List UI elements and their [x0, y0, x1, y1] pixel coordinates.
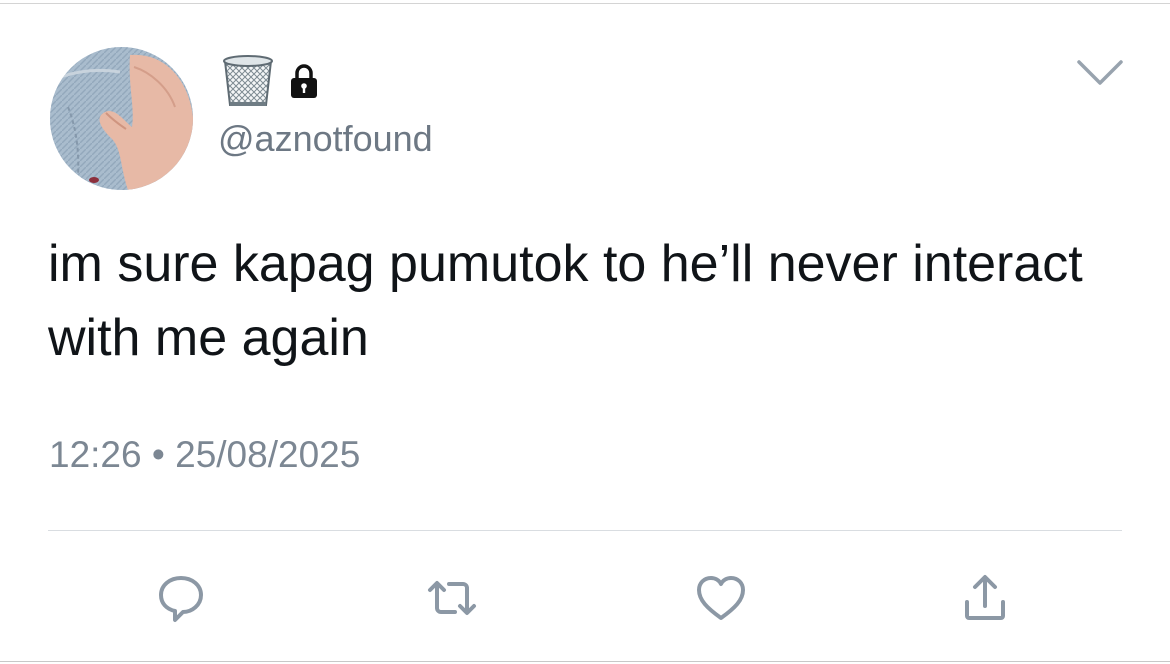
retweet-button[interactable]	[426, 572, 478, 624]
share-icon	[965, 575, 1005, 620]
tweet-time: 12:26	[49, 434, 142, 475]
avatar-image	[50, 47, 193, 190]
tweet-text: im sure kapag pumutok to he’ll never int…	[48, 235, 1098, 367]
actions-divider	[48, 530, 1122, 531]
tweet-date: 25/08/2025	[175, 434, 361, 475]
display-name[interactable]	[221, 53, 319, 109]
meta-separator: •	[151, 434, 165, 475]
bottom-divider	[0, 661, 1170, 662]
avatar[interactable]	[50, 47, 193, 190]
chevron-down-icon[interactable]	[1076, 58, 1124, 88]
tweet-timestamp: 12:26 • 25/08/2025	[49, 433, 360, 477]
lock-icon	[291, 64, 317, 98]
like-button[interactable]	[695, 572, 747, 624]
wastebasket-icon	[223, 55, 273, 106]
heart-icon	[697, 576, 745, 620]
share-button[interactable]	[959, 572, 1011, 624]
user-handle[interactable]: @aznotfound	[218, 117, 433, 161]
reply-button[interactable]	[155, 572, 207, 624]
reply-icon	[159, 576, 203, 622]
retweet-icon	[428, 581, 476, 615]
top-divider	[0, 3, 1170, 4]
